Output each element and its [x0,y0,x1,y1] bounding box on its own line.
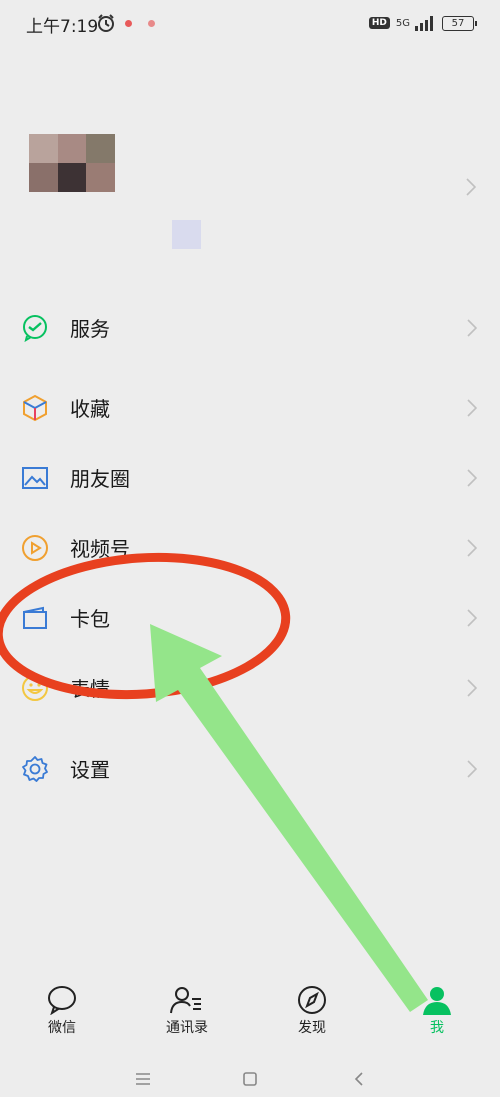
tab-contacts[interactable]: 通讯录 [147,985,227,1037]
menu-item-channels[interactable]: 视频号 [0,517,500,577]
menu-item-cards[interactable]: 卡包 [0,587,500,647]
notification-dot [125,20,132,27]
menu-item-stickers[interactable]: 表情 [0,657,500,717]
signal-icon [415,16,433,31]
bottom-tab-bar: 微信 通讯录 发现 我 [0,985,500,1045]
chat-bubble-icon [48,986,76,1015]
stickers-smile-icon [22,675,48,701]
menu-item-favorites[interactable]: 收藏 [0,377,500,437]
menu-label: 设置 [70,758,110,782]
chevron-right-icon [466,178,476,196]
moments-image-icon [22,467,48,489]
battery-icon: 57 [442,15,477,31]
tab-me[interactable]: 我 [397,985,477,1037]
menu-label: 视频号 [70,537,130,561]
tab-label: 发现 [298,1020,326,1036]
services-icon [23,315,47,342]
notification-dot [148,20,155,27]
menu-label: 服务 [70,317,110,341]
chevron-right-icon [467,609,477,627]
chevron-right-icon [467,679,477,697]
tab-label: 我 [430,1020,444,1036]
alarm-icon [98,14,114,32]
person-icon [423,987,451,1015]
chevron-right-icon [467,760,477,778]
menu-label: 表情 [70,677,110,701]
chevron-right-icon [467,399,477,417]
qr-code-icon[interactable] [172,220,201,249]
status-right: HD 5G 57 [368,13,477,33]
favorites-cube-icon [23,394,47,422]
tab-label: 通讯录 [166,1020,208,1036]
tab-label: 微信 [48,1020,76,1036]
home-square-icon[interactable] [243,1072,257,1086]
system-nav-bar [0,1060,500,1097]
back-chevron-icon[interactable] [354,1072,364,1086]
channels-play-icon [22,535,48,561]
status-bar: 上午7:19 HD 5G 57 [0,0,500,46]
menu-item-services[interactable]: 服务 [0,297,500,357]
hd-badge: HD [368,17,390,29]
chevron-right-icon [467,539,477,557]
tab-chats[interactable]: 微信 [22,985,102,1037]
menu-icon[interactable] [135,1072,151,1086]
menu-item-moments[interactable]: 朋友圈 [0,447,500,507]
settings-gear-icon [22,756,48,782]
cards-wallet-icon [23,606,47,629]
chevron-right-icon [467,319,477,337]
profile-header[interactable] [0,110,500,270]
menu-label: 卡包 [70,607,110,631]
network-label: 5G [395,17,410,29]
tab-discover[interactable]: 发现 [272,985,352,1037]
status-time: 上午7:19 [26,17,99,37]
menu-label: 朋友圈 [70,467,130,491]
menu-label: 收藏 [70,397,110,421]
avatar[interactable] [29,134,115,192]
contacts-icon [170,987,201,1014]
menu-item-settings[interactable]: 设置 [0,738,500,798]
chevron-right-icon [467,469,477,487]
compass-icon [298,986,326,1014]
